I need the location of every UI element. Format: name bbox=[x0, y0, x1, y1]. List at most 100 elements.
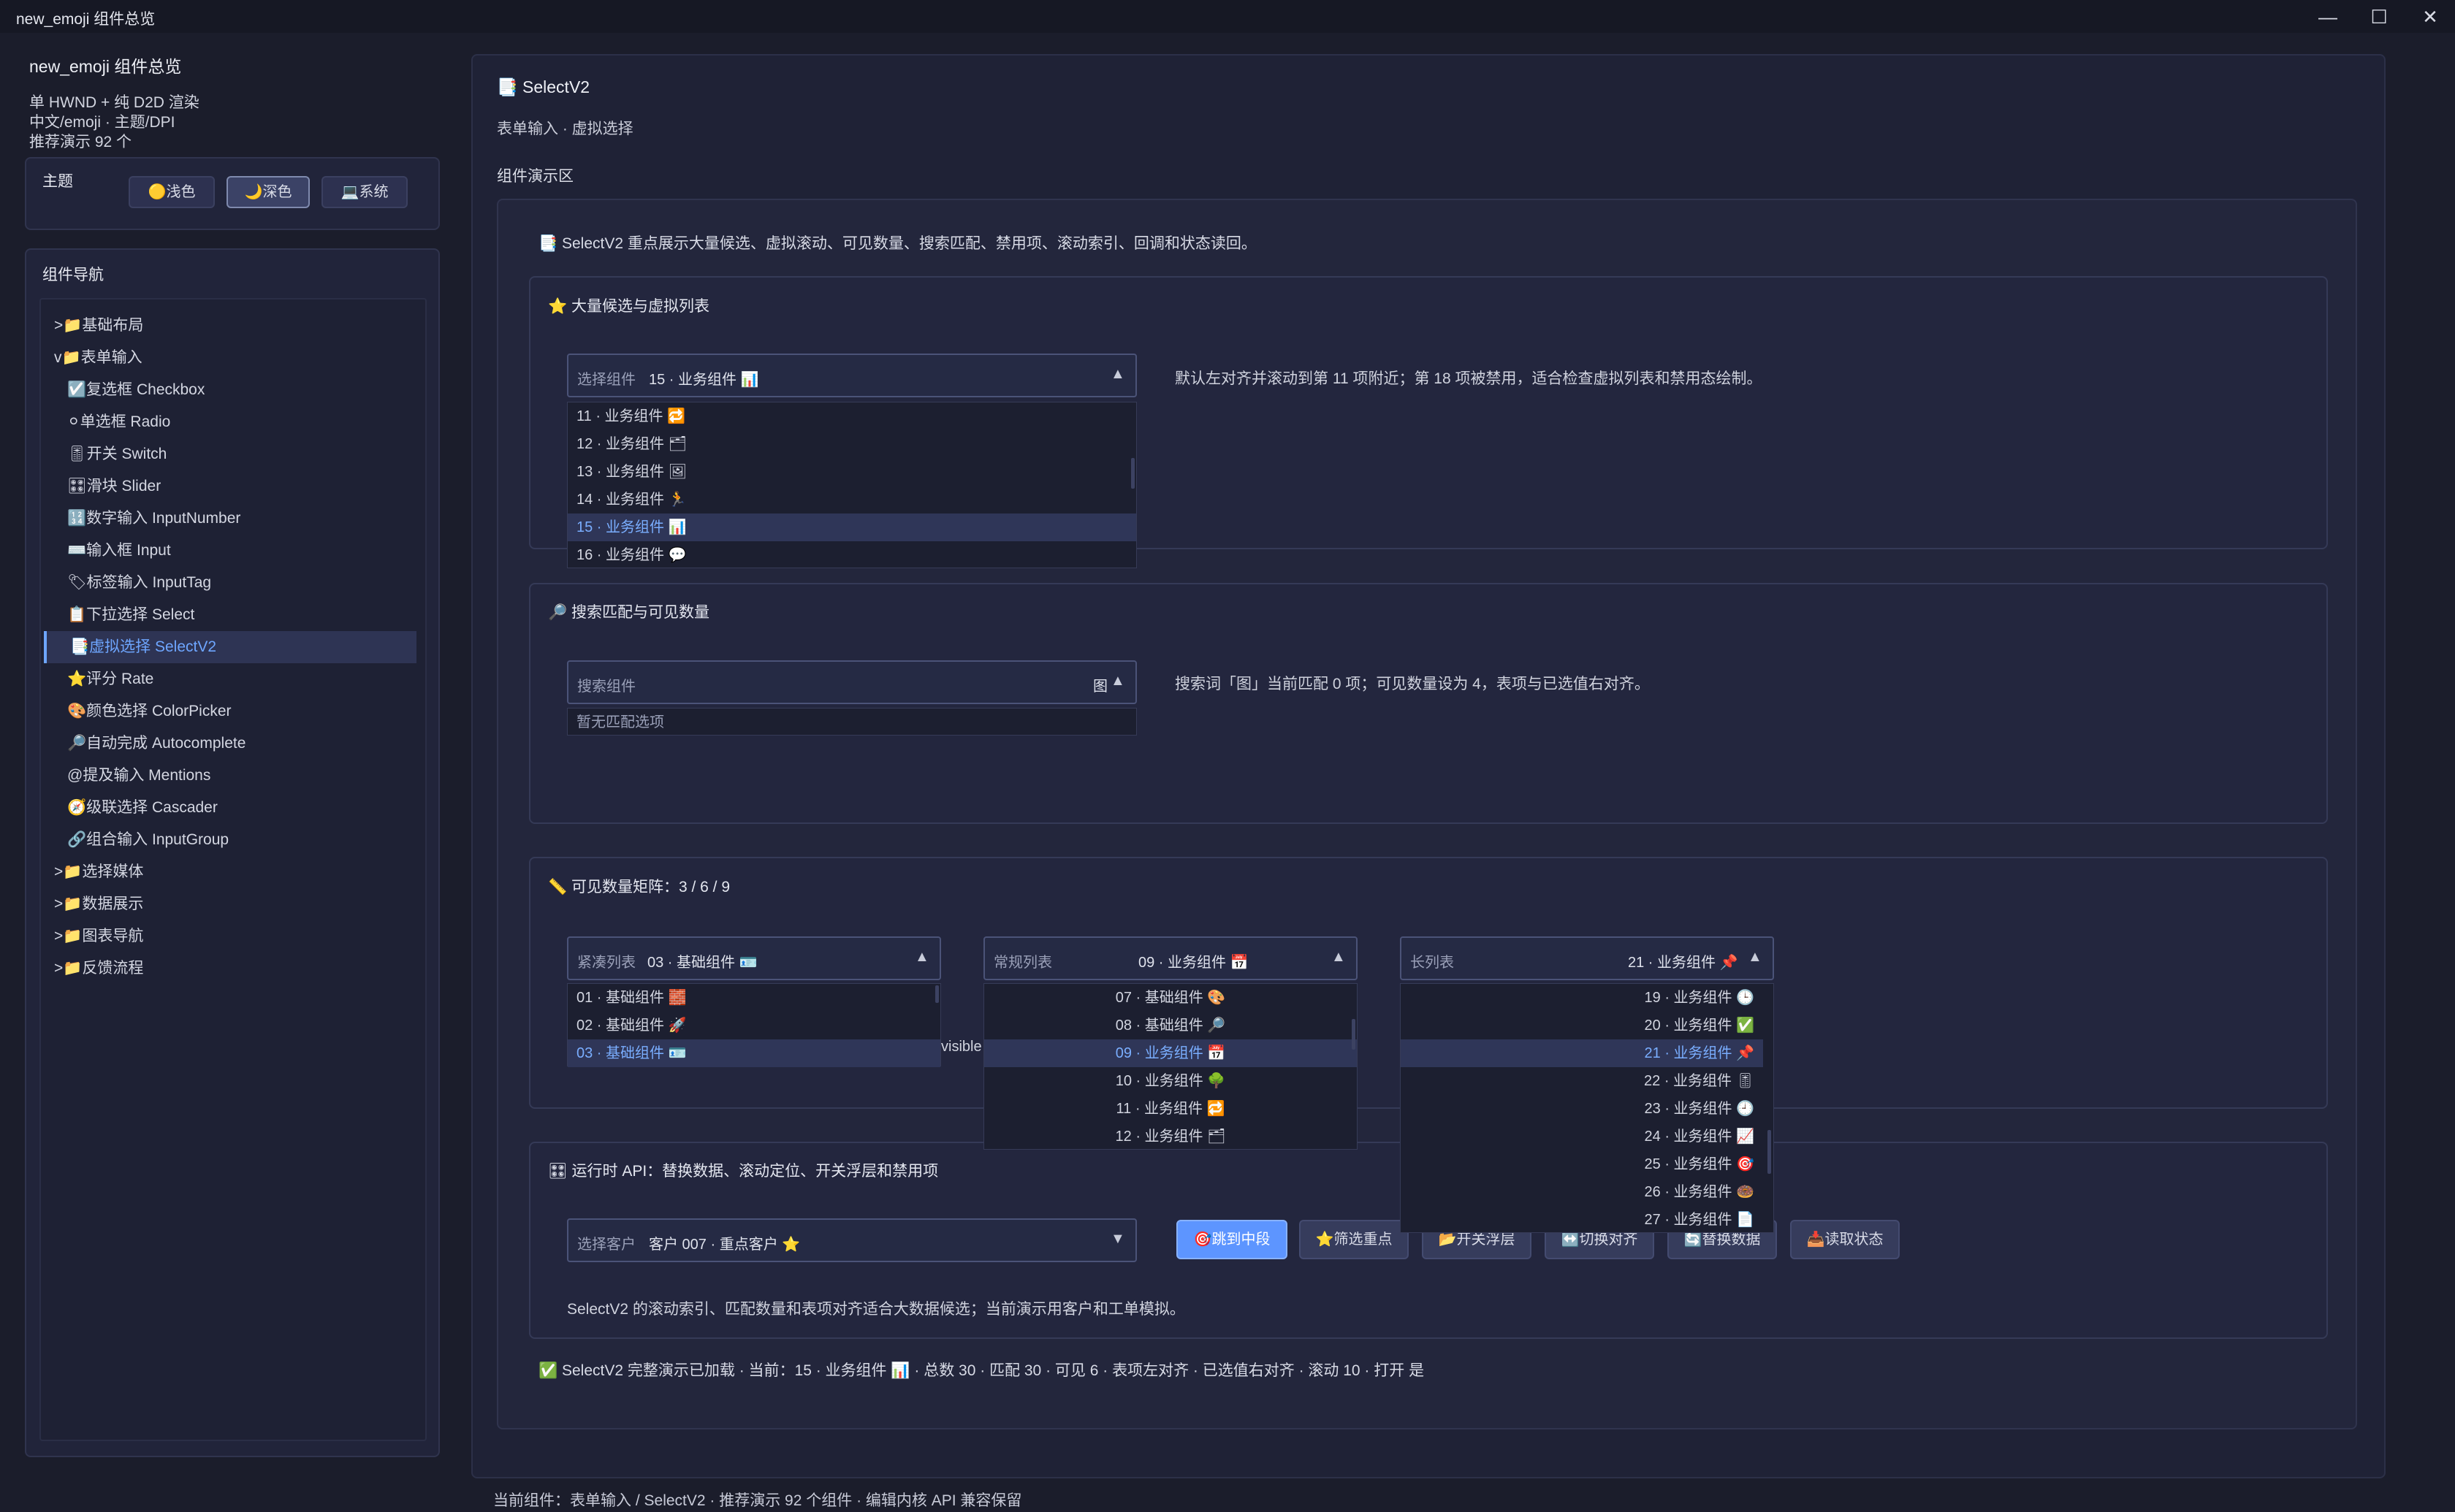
nav-group-data-display[interactable]: >📁数据展示 bbox=[41, 888, 425, 920]
nav-header: 组件导航 bbox=[42, 267, 104, 283]
section-note: 搜索词「图」当前匹配 0 项；可见数量设为 4，表项与已选值右对齐。 bbox=[1175, 676, 1650, 692]
nav-item-cascader[interactable]: 🧭级联选择 Cascader bbox=[41, 792, 425, 824]
app-name: new_emoji 组件总览 bbox=[29, 57, 182, 76]
list-item[interactable]: 11 · 业务组件 🔁 bbox=[568, 402, 1136, 430]
jump-middle-button[interactable]: 🎯跳到中段 bbox=[1176, 1220, 1287, 1259]
status-text: ✅ SelectV2 完整演示已加载 · 当前：15 · 业务组件 📊 · 总数… bbox=[538, 1362, 1425, 1379]
nav-group-form-input[interactable]: v📁表单输入 bbox=[41, 342, 425, 374]
nav-item-radio[interactable]: ⚪单选框 Radio bbox=[41, 406, 425, 438]
select-placeholder: 选择组件 bbox=[577, 372, 636, 388]
nav-item-autocomplete[interactable]: 🔎自动完成 Autocomplete bbox=[41, 728, 425, 760]
moon-icon: 🌙 bbox=[244, 184, 263, 200]
chevron-up-icon: ▲ bbox=[1111, 673, 1125, 689]
list-item[interactable]: 12 · 业务组件 🗂 bbox=[568, 430, 1136, 458]
nav-group-media[interactable]: >📁选择媒体 bbox=[41, 856, 425, 888]
list-item[interactable]: 24 · 业务组件 📈 bbox=[1401, 1123, 1763, 1150]
list-item-selected[interactable]: 03 · 基础组件 🪪 bbox=[568, 1039, 940, 1067]
section-note: 默认左对齐并滚动到第 11 项附近；第 18 项被禁用，适合检查虚拟列表和禁用态… bbox=[1175, 370, 1762, 387]
laptop-icon: 💻 bbox=[340, 184, 359, 200]
scrollbar[interactable] bbox=[935, 985, 939, 1003]
demo-label: 组件演示区 bbox=[497, 168, 574, 185]
nav-item-checkbox[interactable]: ☑️复选框 Checkbox bbox=[41, 374, 425, 406]
list-item[interactable]: 08 · 基础组件 🔎 bbox=[984, 1012, 1357, 1039]
list-item[interactable]: 12 · 业务组件 🗂 bbox=[984, 1123, 1357, 1150]
list-item[interactable]: 10 · 业务组件 🌳 bbox=[984, 1067, 1357, 1095]
list-item[interactable]: 26 · 业务组件 🍩 bbox=[1401, 1178, 1763, 1206]
list-item-selected[interactable]: 15 · 业务组件 📊 bbox=[568, 513, 1136, 541]
select-value: 客户 007 · 重点客户 ⭐ bbox=[649, 1237, 801, 1253]
compact-dropdown: 01 · 基础组件 🧱 02 · 基础组件 🚀 03 · 基础组件 🪪 bbox=[567, 983, 941, 1067]
page-subtitle: 表单输入 · 虚拟选择 bbox=[497, 121, 633, 137]
nav-group-basic-layout[interactable]: >📁基础布局 bbox=[41, 310, 425, 342]
nav-item-selectv2[interactable]: 📑虚拟选择 SelectV2 bbox=[44, 631, 416, 663]
chevron-up-icon: ▲ bbox=[1748, 949, 1762, 965]
list-item[interactable]: 13 · 业务组件 🖼 bbox=[568, 458, 1136, 486]
list-item[interactable]: 25 · 业务组件 🎯 bbox=[1401, 1150, 1763, 1178]
minimize-button[interactable]: — bbox=[2306, 3, 2350, 31]
list-item[interactable]: 20 · 业务组件 ✅ bbox=[1401, 1012, 1763, 1039]
app-info-line: 推荐演示 92 个 bbox=[29, 134, 132, 150]
scrollbar[interactable] bbox=[1131, 458, 1135, 489]
close-button[interactable]: ✕ bbox=[2408, 3, 2452, 31]
select-placeholder: 常规列表 bbox=[994, 955, 1052, 971]
section-title: 🎛 运行时 API：替换数据、滚动定位、开关浮层和禁用项 bbox=[548, 1163, 939, 1180]
nav-item-mentions[interactable]: @提及输入 Mentions bbox=[41, 760, 425, 792]
nav-group-chart-nav[interactable]: >📁图表导航 bbox=[41, 920, 425, 952]
nav-item-switch[interactable]: 🎚开关 Switch bbox=[41, 438, 425, 470]
long-dropdown: 19 · 业务组件 🕒 20 · 业务组件 ✅ 21 · 业务组件 📌 22 ·… bbox=[1400, 983, 1774, 1233]
list-item[interactable]: 14 · 业务组件 🏃 bbox=[568, 486, 1136, 513]
chevron-down-icon: ▼ bbox=[1111, 1231, 1125, 1247]
scrollbar[interactable] bbox=[1767, 1130, 1771, 1174]
customer-select[interactable]: 选择客户 客户 007 · 重点客户 ⭐ ▼ bbox=[567, 1218, 1137, 1262]
theme-light-button[interactable]: 🟡浅色 bbox=[129, 176, 215, 208]
overlapped-label: visible bbox=[941, 1039, 982, 1055]
section-title: ⭐ 大量候选与虚拟列表 bbox=[548, 298, 709, 315]
list-item[interactable]: 07 · 基础组件 🎨 bbox=[984, 984, 1357, 1012]
list-item[interactable]: 16 · 业务组件 💬 bbox=[568, 541, 1136, 569]
theme-dark-button[interactable]: 🌙深色 bbox=[227, 176, 310, 208]
normal-dropdown: 07 · 基础组件 🎨 08 · 基础组件 🔎 09 · 业务组件 📅 10 ·… bbox=[983, 983, 1358, 1150]
list-item-selected[interactable]: 09 · 业务组件 📅 bbox=[984, 1039, 1357, 1067]
theme-panel: 主题 🟡浅色 🌙深色 💻系统 bbox=[25, 157, 440, 230]
select-placeholder: 紧凑列表 bbox=[577, 955, 636, 971]
filter-key-button[interactable]: ⭐筛选重点 bbox=[1299, 1220, 1409, 1259]
app-info-line: 单 HWND + 纯 D2D 渲染 bbox=[29, 94, 199, 111]
nav-item-rate[interactable]: ⭐评分 Rate bbox=[41, 663, 425, 695]
list-item[interactable]: 02 · 基础组件 🚀 bbox=[568, 1012, 940, 1039]
nav-item-inputnumber[interactable]: 🔢数字输入 InputNumber bbox=[41, 503, 425, 535]
nav-item-slider[interactable]: 🎛滑块 Slider bbox=[41, 470, 425, 503]
select-placeholder: 选择客户 bbox=[577, 1237, 636, 1253]
normal-select[interactable]: 常规列表 09 · 业务组件 📅 ▲ bbox=[983, 936, 1358, 980]
select-value: 21 · 业务组件 📌 bbox=[1628, 955, 1738, 971]
chevron-up-icon: ▲ bbox=[1331, 949, 1346, 965]
read-state-button[interactable]: 📥读取状态 bbox=[1790, 1220, 1900, 1259]
window-title: new_emoji 组件总览 bbox=[16, 11, 156, 28]
virtual-dropdown: 11 · 业务组件 🔁 12 · 业务组件 🗂 13 · 业务组件 🖼 14 ·… bbox=[567, 402, 1137, 568]
nav-item-inputtag[interactable]: 🏷标签输入 InputTag bbox=[41, 567, 425, 599]
scrollbar[interactable] bbox=[1352, 1019, 1355, 1050]
nav-item-colorpicker[interactable]: 🎨颜色选择 ColorPicker bbox=[41, 695, 425, 728]
nav-item-select[interactable]: 📋下拉选择 Select bbox=[41, 599, 425, 631]
chevron-up-icon: ▲ bbox=[1111, 366, 1125, 382]
compact-select[interactable]: 紧凑列表 03 · 基础组件 🪪 ▲ bbox=[567, 936, 941, 980]
app-info-line: 中文/emoji · 主题/DPI bbox=[29, 114, 175, 131]
search-select[interactable]: 搜索组件 图 ▲ bbox=[567, 660, 1137, 704]
component-select[interactable]: 选择组件 15 · 业务组件 📊 ▲ bbox=[567, 354, 1137, 397]
nav-item-inputgroup[interactable]: 🔗组合输入 InputGroup bbox=[41, 824, 425, 856]
theme-system-button[interactable]: 💻系统 bbox=[321, 176, 408, 208]
list-item[interactable]: 27 · 业务组件 📄 bbox=[1401, 1206, 1763, 1234]
nav-group-feedback[interactable]: >📁反馈流程 bbox=[41, 952, 425, 985]
list-item[interactable]: 01 · 基础组件 🧱 bbox=[568, 984, 940, 1012]
list-item[interactable]: 19 · 业务组件 🕒 bbox=[1401, 984, 1763, 1012]
search-dropdown: 暂无匹配选项 bbox=[567, 708, 1137, 736]
nav-tree: >📁基础布局 v📁表单输入 ☑️复选框 Checkbox ⚪单选框 Radio … bbox=[39, 298, 427, 1441]
nav-item-input[interactable]: ⌨️输入框 Input bbox=[41, 535, 425, 567]
list-item[interactable]: 22 · 业务组件 🎚 bbox=[1401, 1067, 1763, 1095]
list-item[interactable]: 11 · 业务组件 🔁 bbox=[984, 1095, 1357, 1123]
chevron-up-icon: ▲ bbox=[915, 949, 929, 965]
sun-icon: 🟡 bbox=[148, 184, 167, 200]
list-item-selected[interactable]: 21 · 业务组件 📌 bbox=[1401, 1039, 1763, 1067]
long-select[interactable]: 长列表 21 · 业务组件 📌 ▲ bbox=[1400, 936, 1774, 980]
list-item[interactable]: 23 · 业务组件 🕘 bbox=[1401, 1095, 1763, 1123]
maximize-button[interactable]: ☐ bbox=[2357, 3, 2401, 31]
